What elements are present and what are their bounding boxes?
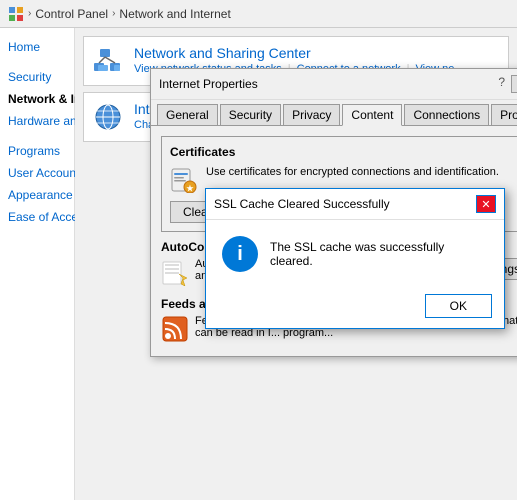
internet-options-icon <box>92 101 124 133</box>
tab-privacy[interactable]: Privacy <box>283 104 340 125</box>
tab-connections[interactable]: Connections <box>404 104 489 125</box>
sidebar-item-region[interactable]: Appearance and Region <box>0 184 74 206</box>
internet-properties-titlebar: Internet Properties ? ✕ <box>151 69 517 100</box>
ssl-info-icon: i <box>222 236 258 272</box>
internet-properties-title: Internet Properties <box>159 77 258 91</box>
ssl-cache-dialog[interactable]: SSL Cache Cleared Successfully ✕ i The S… <box>205 188 505 329</box>
tab-content[interactable]: Content <box>342 104 402 126</box>
feeds-icon <box>161 315 189 346</box>
network-sharing-title[interactable]: Network and Sharing Center <box>134 45 464 61</box>
sidebar-item-security[interactable]: Security <box>0 66 74 88</box>
sidebar-item-programs[interactable]: Programs <box>0 140 74 162</box>
breadcrumb-control-panel[interactable]: Control Panel <box>35 7 108 21</box>
ssl-message: The SSL cache was successfully cleared. <box>270 240 488 268</box>
certificates-description: Use certificates for encrypted connectio… <box>206 165 499 180</box>
sidebar-item-ease[interactable]: Ease of Access <box>0 206 74 228</box>
breadcrumb-bar: › Control Panel › Network and Internet <box>0 0 517 28</box>
tab-general[interactable]: General <box>157 104 218 125</box>
tab-bar: General Security Privacy Content Connect… <box>151 100 517 126</box>
tab-security[interactable]: Security <box>220 104 281 125</box>
sidebar-item-network[interactable]: Network & Internet <box>0 88 74 110</box>
breadcrumb-separator-2: › <box>112 8 115 19</box>
dialog-close-button[interactable]: ✕ <box>511 75 517 93</box>
certificates-title: Certificates <box>170 145 517 159</box>
svg-text:★: ★ <box>186 184 194 193</box>
sidebar-item-home[interactable]: Home <box>0 36 74 58</box>
sidebar: Home Security Network & Internet Hardwar… <box>0 28 75 500</box>
ssl-titlebar: SSL Cache Cleared Successfully ✕ <box>206 189 504 220</box>
certificate-icon: ★ <box>170 165 198 193</box>
breadcrumb-separator-1: › <box>28 8 31 19</box>
sidebar-item-hardware[interactable]: Hardware and Sound <box>0 110 74 132</box>
ssl-body: i The SSL cache was successfully cleared… <box>206 220 504 288</box>
tab-programs[interactable]: Programs <box>491 104 517 125</box>
control-panel-icon <box>8 6 24 22</box>
autocomplete-icon <box>161 258 189 289</box>
dialog-window-controls: ? ✕ <box>498 75 517 93</box>
ssl-dialog-title: SSL Cache Cleared Successfully <box>214 197 390 211</box>
content-area: Network and Sharing Center View network … <box>75 28 517 500</box>
help-icon: ? <box>498 75 505 93</box>
sidebar-item-user-accounts[interactable]: User Accounts <box>0 162 74 184</box>
breadcrumb-network-internet[interactable]: Network and Internet <box>119 7 230 21</box>
ssl-close-button[interactable]: ✕ <box>476 195 496 213</box>
ssl-footer: OK <box>206 288 504 328</box>
ssl-ok-button[interactable]: OK <box>425 294 492 318</box>
network-sharing-icon <box>92 45 124 77</box>
